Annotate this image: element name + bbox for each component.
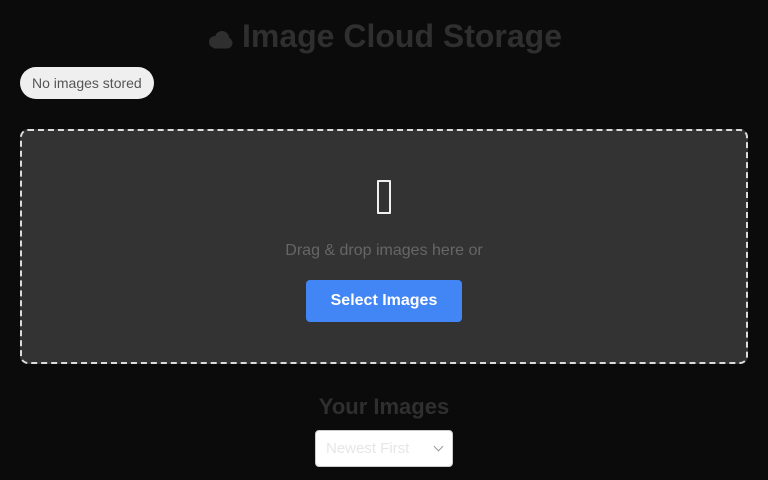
app-root: Image Cloud Storage No images stored Dra… [0,0,768,480]
upload-icon [22,179,746,221]
gallery-title: Your Images [318,394,450,419]
page-header: Image Cloud Storage [0,18,768,55]
page-title: Image Cloud Storage [241,18,563,54]
dropzone[interactable]: Drag & drop images here or Select Images [20,129,748,364]
chevron-down-icon [433,441,444,452]
status-badge: No images stored [20,67,154,99]
sort-select[interactable]: Newest First [315,430,453,467]
sort-select-value: Newest First [326,440,410,457]
dropzone-prompt: Drag & drop images here or [285,242,483,259]
cloud-icon [206,29,234,49]
select-images-button[interactable]: Select Images [306,280,462,322]
